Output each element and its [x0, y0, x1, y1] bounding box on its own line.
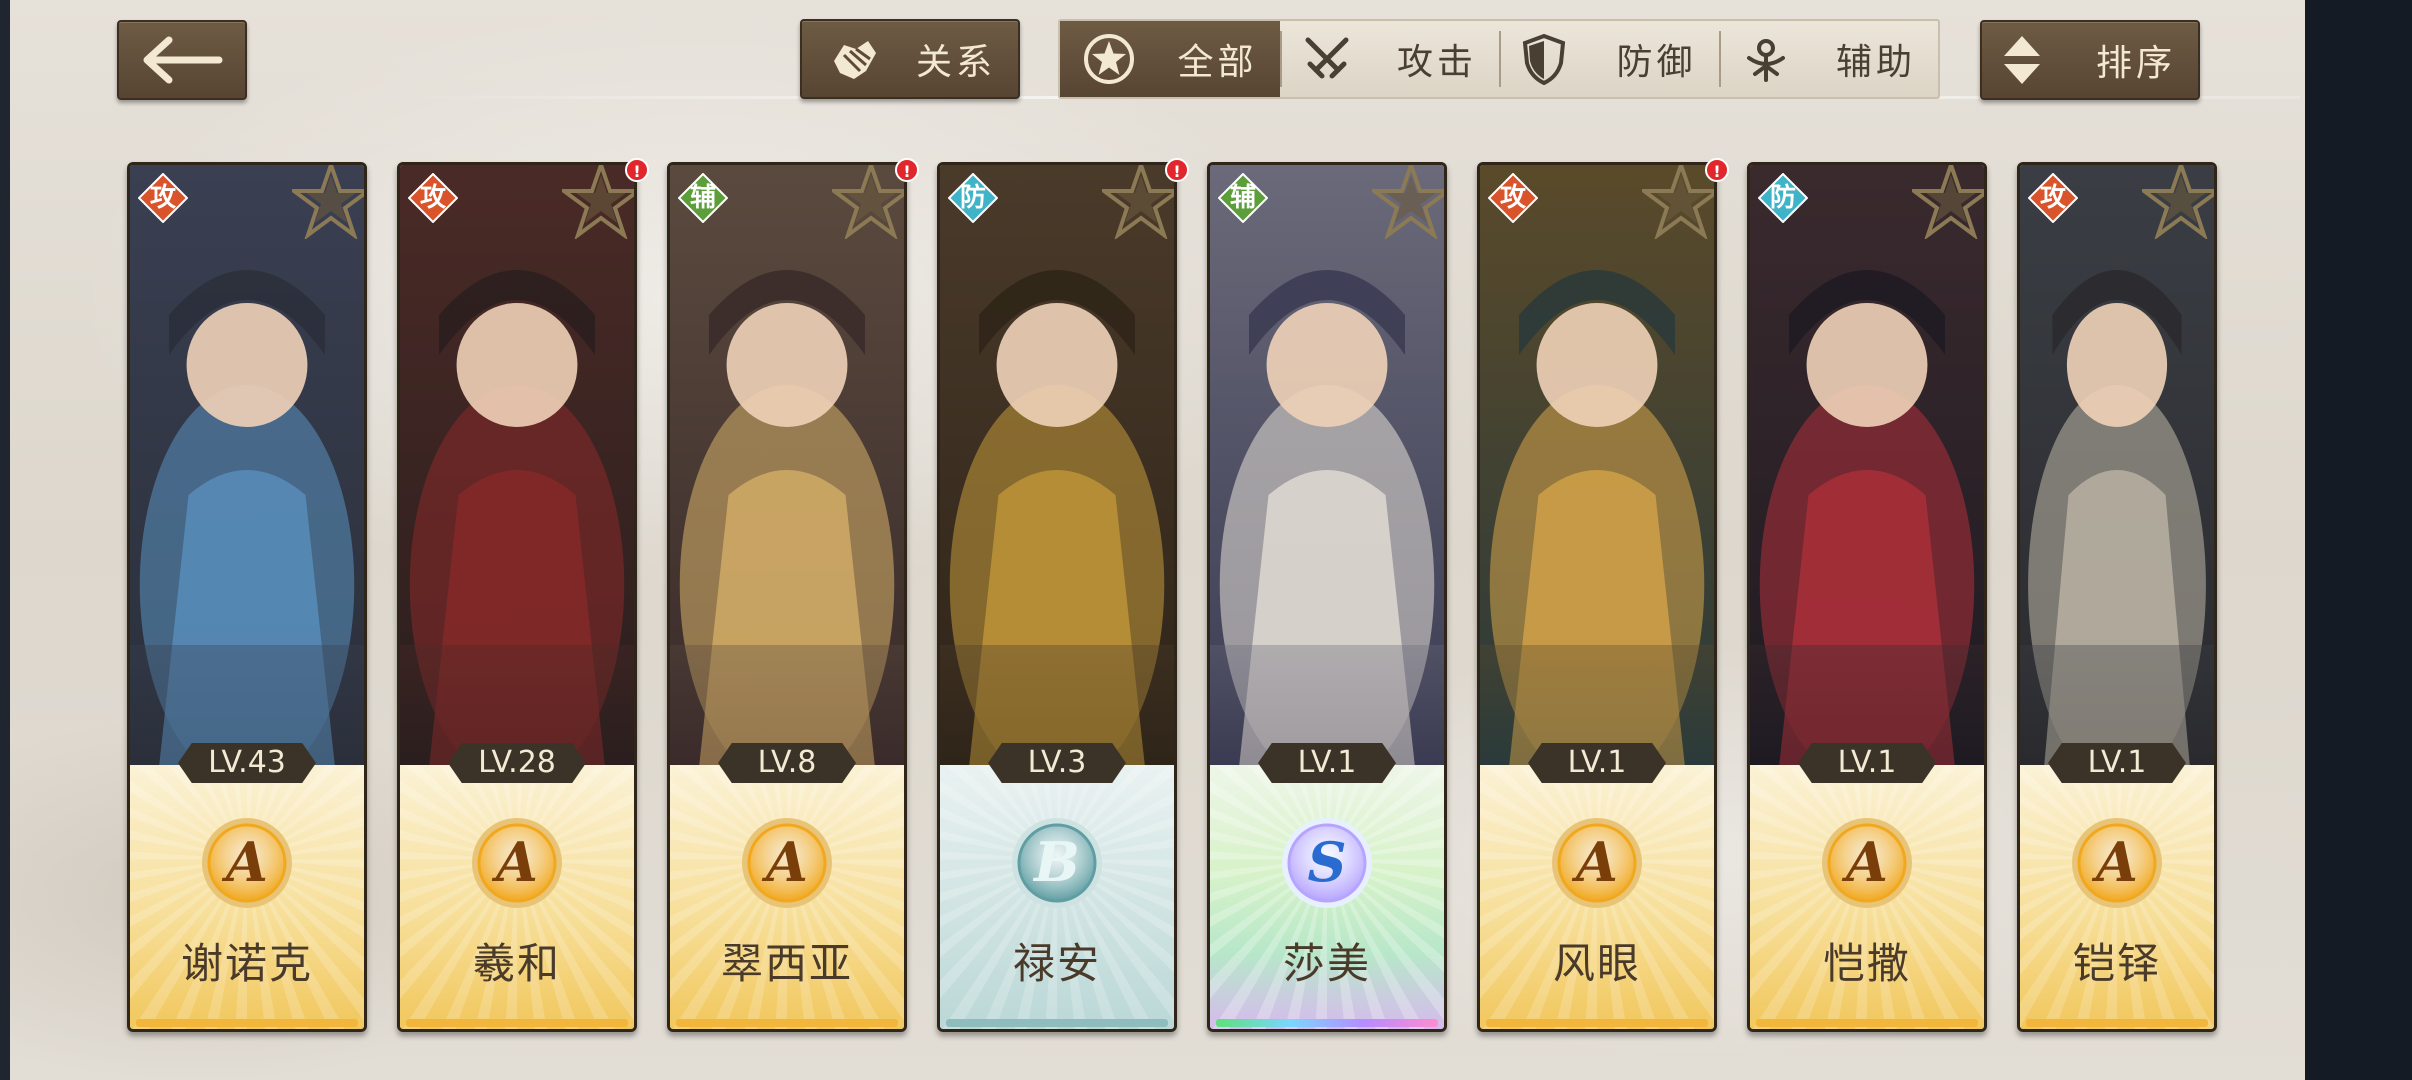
- tab-attack-label: 攻击: [1396, 42, 1477, 83]
- hero-name: 恺撒: [1822, 939, 1911, 988]
- svg-text:A: A: [491, 830, 538, 894]
- star-circle-icon: [1084, 34, 1134, 84]
- left-edge: [0, 0, 10, 1080]
- hero-card[interactable]: 攻 LV.1 A 铠铎: [2017, 162, 2217, 1032]
- tab-defense[interactable]: 防御: [1499, 21, 1719, 97]
- hero-name: 铠铎: [2072, 939, 2161, 988]
- tab-support-label: 辅助: [1835, 42, 1916, 83]
- tab-all-label: 全部: [1177, 42, 1258, 83]
- sort-button[interactable]: 排序: [1980, 20, 2200, 100]
- rank-medal: A: [1549, 815, 1645, 911]
- svg-text:A: A: [1571, 830, 1618, 894]
- hero-card[interactable]: 攻 LV.28 A 羲和: [397, 162, 637, 1032]
- role-badge-label: 防: [959, 183, 986, 213]
- level-badge: LV.1: [1528, 743, 1666, 783]
- svg-text:B: B: [1032, 830, 1080, 894]
- hero-card[interactable]: 辅 LV.1 S 莎美: [1207, 162, 1447, 1032]
- level-badge: LV.1: [2048, 743, 2186, 783]
- hero-name: 谢诺克: [180, 939, 313, 988]
- level-badge: LV.1: [1798, 743, 1936, 783]
- alert-dot-icon: !: [625, 158, 649, 182]
- rank-medal: A: [2069, 815, 2165, 911]
- hero-portrait: [940, 165, 1174, 765]
- role-badge-label: 攻: [1499, 183, 1526, 213]
- rank-medal: A: [739, 815, 835, 911]
- star-icon: [1912, 165, 1984, 239]
- svg-text:A: A: [221, 830, 268, 894]
- svg-text:A: A: [761, 830, 808, 894]
- sort-label: 排序: [2095, 43, 2176, 84]
- hero-name: 风眼: [1552, 939, 1641, 988]
- relations-button[interactable]: 关系: [800, 19, 1020, 99]
- role-badge-label: 攻: [149, 183, 176, 213]
- rank-medal: S: [1279, 815, 1375, 911]
- star-icon: [1372, 165, 1444, 239]
- arrow-left-icon: [143, 36, 223, 84]
- role-badge-label: 攻: [419, 183, 446, 213]
- role-badge-label: 辅: [1229, 183, 1256, 213]
- hero-portrait: [130, 165, 364, 765]
- hero-name: 翠西亚: [720, 939, 853, 988]
- rank-medal: A: [1819, 815, 1915, 911]
- level-badge: LV.8: [718, 743, 856, 783]
- tab-support[interactable]: 辅助: [1718, 21, 1939, 97]
- rarity-bar: [1216, 1019, 1438, 1027]
- level-badge: LV.3: [988, 743, 1126, 783]
- crossed-swords-icon: [1305, 37, 1348, 79]
- alert-dot-icon: !: [895, 158, 919, 182]
- rarity-bar: [946, 1019, 1168, 1027]
- level-badge: LV.1: [1258, 743, 1396, 783]
- hero-portrait: [1750, 165, 1984, 765]
- alert-dot-icon: !: [1165, 158, 1189, 182]
- rarity-bar: [2026, 1019, 2208, 1027]
- right-side-panel: [2305, 0, 2412, 1080]
- hero-portrait: [2020, 165, 2214, 765]
- hero-card[interactable]: 防 LV.1 A 恺撒: [1747, 162, 1987, 1032]
- hero-name: 莎美: [1282, 939, 1371, 988]
- shield-icon: [1522, 33, 1566, 85]
- rank-medal: B: [1009, 815, 1105, 911]
- hero-card[interactable]: 防 LV.3 B 禄安: [937, 162, 1177, 1032]
- relations-label: 关系: [915, 42, 996, 83]
- rarity-bar: [1756, 1019, 1978, 1027]
- hero-portrait: [400, 165, 634, 765]
- sort-arrows-icon: [2004, 36, 2040, 84]
- support-icon: [1746, 39, 1785, 82]
- level-badge: LV.43: [178, 743, 316, 783]
- role-badge-label: 防: [1769, 183, 1796, 213]
- hero-portrait: [670, 165, 904, 765]
- rarity-bar: [676, 1019, 898, 1027]
- hero-portrait: [1210, 165, 1444, 765]
- svg-text:A: A: [1841, 830, 1888, 894]
- rarity-bar: [1486, 1019, 1708, 1027]
- role-badge-label: 辅: [689, 183, 716, 213]
- rank-medal: A: [199, 815, 295, 911]
- rank-medal: A: [469, 815, 565, 911]
- hero-card[interactable]: 攻 LV.43 A 谢诺克: [127, 162, 367, 1032]
- rarity-bar: [406, 1019, 628, 1027]
- tab-defense-label: 防御: [1616, 42, 1697, 83]
- svg-text:S: S: [1308, 830, 1347, 894]
- hero-portrait: [1480, 165, 1714, 765]
- svg-text:A: A: [2091, 830, 2138, 894]
- hero-card[interactable]: 攻 LV.1 A 风眼: [1477, 162, 1717, 1032]
- hero-card[interactable]: 辅 LV.8 A 翠西亚: [667, 162, 907, 1032]
- rarity-bar: [136, 1019, 358, 1027]
- tab-all[interactable]: 全部: [1060, 21, 1280, 97]
- level-badge: LV.28: [448, 743, 586, 783]
- star-icon: [2142, 165, 2214, 239]
- alert-dot-icon: !: [1705, 158, 1729, 182]
- role-badge-label: 攻: [2039, 183, 2066, 213]
- hero-name: 禄安: [1012, 939, 1101, 988]
- hero-name: 羲和: [472, 939, 561, 988]
- star-icon: [292, 165, 364, 239]
- tab-attack[interactable]: 攻击: [1279, 21, 1500, 97]
- handshake-icon: [834, 41, 876, 79]
- back-button[interactable]: [117, 20, 247, 100]
- role-filter-tabs: 全部 攻击 防御 辅助: [1058, 19, 1940, 99]
